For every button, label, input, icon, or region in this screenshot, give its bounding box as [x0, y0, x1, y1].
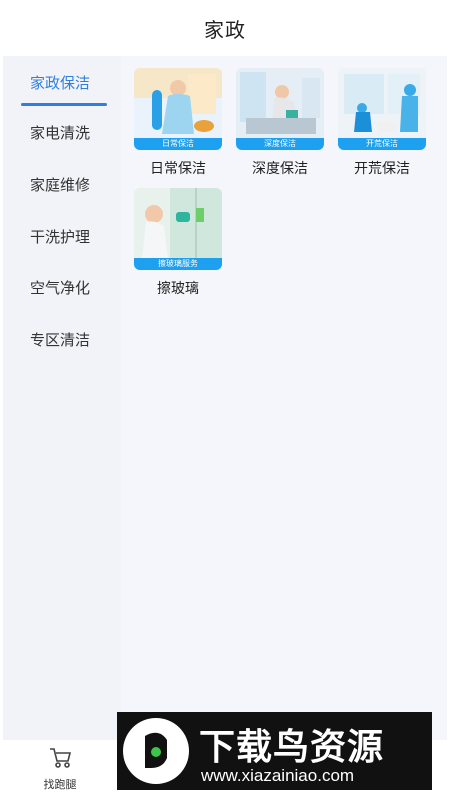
service-image: 日常保洁 — [134, 68, 222, 150]
cart-icon — [46, 746, 74, 774]
sidebar-item-appliance-cleaning[interactable]: 家电清洗 — [3, 112, 121, 152]
sidebar-item-dry-cleaning[interactable]: 干洗护理 — [3, 216, 121, 256]
service-badge: 日常保洁 — [134, 138, 222, 150]
page-header: 家政 — [0, 0, 450, 56]
sidebar-item-home-repair[interactable]: 家庭维修 — [3, 164, 121, 204]
nav-label: 找跑腿 — [43, 778, 77, 791]
sidebar-item-zone-cleaning[interactable]: 专区清洁 — [3, 319, 121, 359]
service-badge: 擦玻璃服务 — [134, 258, 222, 270]
sidebar-item-label: 空气净化 — [30, 278, 91, 297]
sidebar-item-label: 家庭维修 — [30, 175, 91, 194]
service-label: 擦玻璃 — [157, 281, 199, 297]
sidebar-item-label: 家政保洁 — [30, 73, 91, 92]
service-card-daily-cleaning[interactable]: 日常保洁 日常保洁 — [133, 68, 223, 188]
service-label: 开荒保洁 — [354, 161, 410, 177]
watermark-title: 下载鸟资源 — [199, 727, 385, 768]
service-card-window-cleaning[interactable]: 擦玻璃服务 擦玻璃 — [133, 188, 223, 308]
sidebar-item-air-purification[interactable]: 空气净化 — [3, 267, 121, 307]
nav-item-errand[interactable]: 找跑腿 — [30, 746, 90, 794]
bird-logo-icon — [123, 718, 189, 784]
service-badge: 开荒保洁 — [338, 138, 426, 150]
service-label: 深度保洁 — [252, 161, 308, 177]
category-sidebar: 家政保洁 家电清洗 家庭维修 干洗护理 空气净化 专区清洁 — [3, 56, 121, 740]
service-badge: 深度保洁 — [236, 138, 324, 150]
page-title: 家政 — [204, 17, 246, 42]
service-image: 擦玻璃服务 — [134, 188, 222, 270]
sidebar-item-housekeeping-cleaning[interactable]: 家政保洁 — [3, 62, 121, 106]
service-card-deep-cleaning[interactable]: 深度保洁 深度保洁 — [235, 68, 325, 188]
sidebar-item-label: 专区清洁 — [30, 330, 91, 349]
sidebar-item-label: 干洗护理 — [30, 227, 91, 246]
service-grid: 日常保洁 日常保洁 深度保洁 深度保洁 开荒保洁 开荒保洁 擦玻璃服务 擦玻璃 — [121, 56, 447, 740]
service-label: 日常保洁 — [150, 161, 206, 177]
service-image: 深度保洁 — [236, 68, 324, 150]
active-indicator — [21, 103, 107, 106]
service-image: 开荒保洁 — [338, 68, 426, 150]
watermark-banner: 下载鸟资源 www.xiazainiao.com — [117, 712, 432, 790]
watermark-url: www.xiazainiao.com — [201, 766, 355, 785]
sidebar-item-label: 家电清洗 — [30, 123, 91, 142]
service-card-post-renovation-cleaning[interactable]: 开荒保洁 开荒保洁 — [337, 68, 427, 188]
